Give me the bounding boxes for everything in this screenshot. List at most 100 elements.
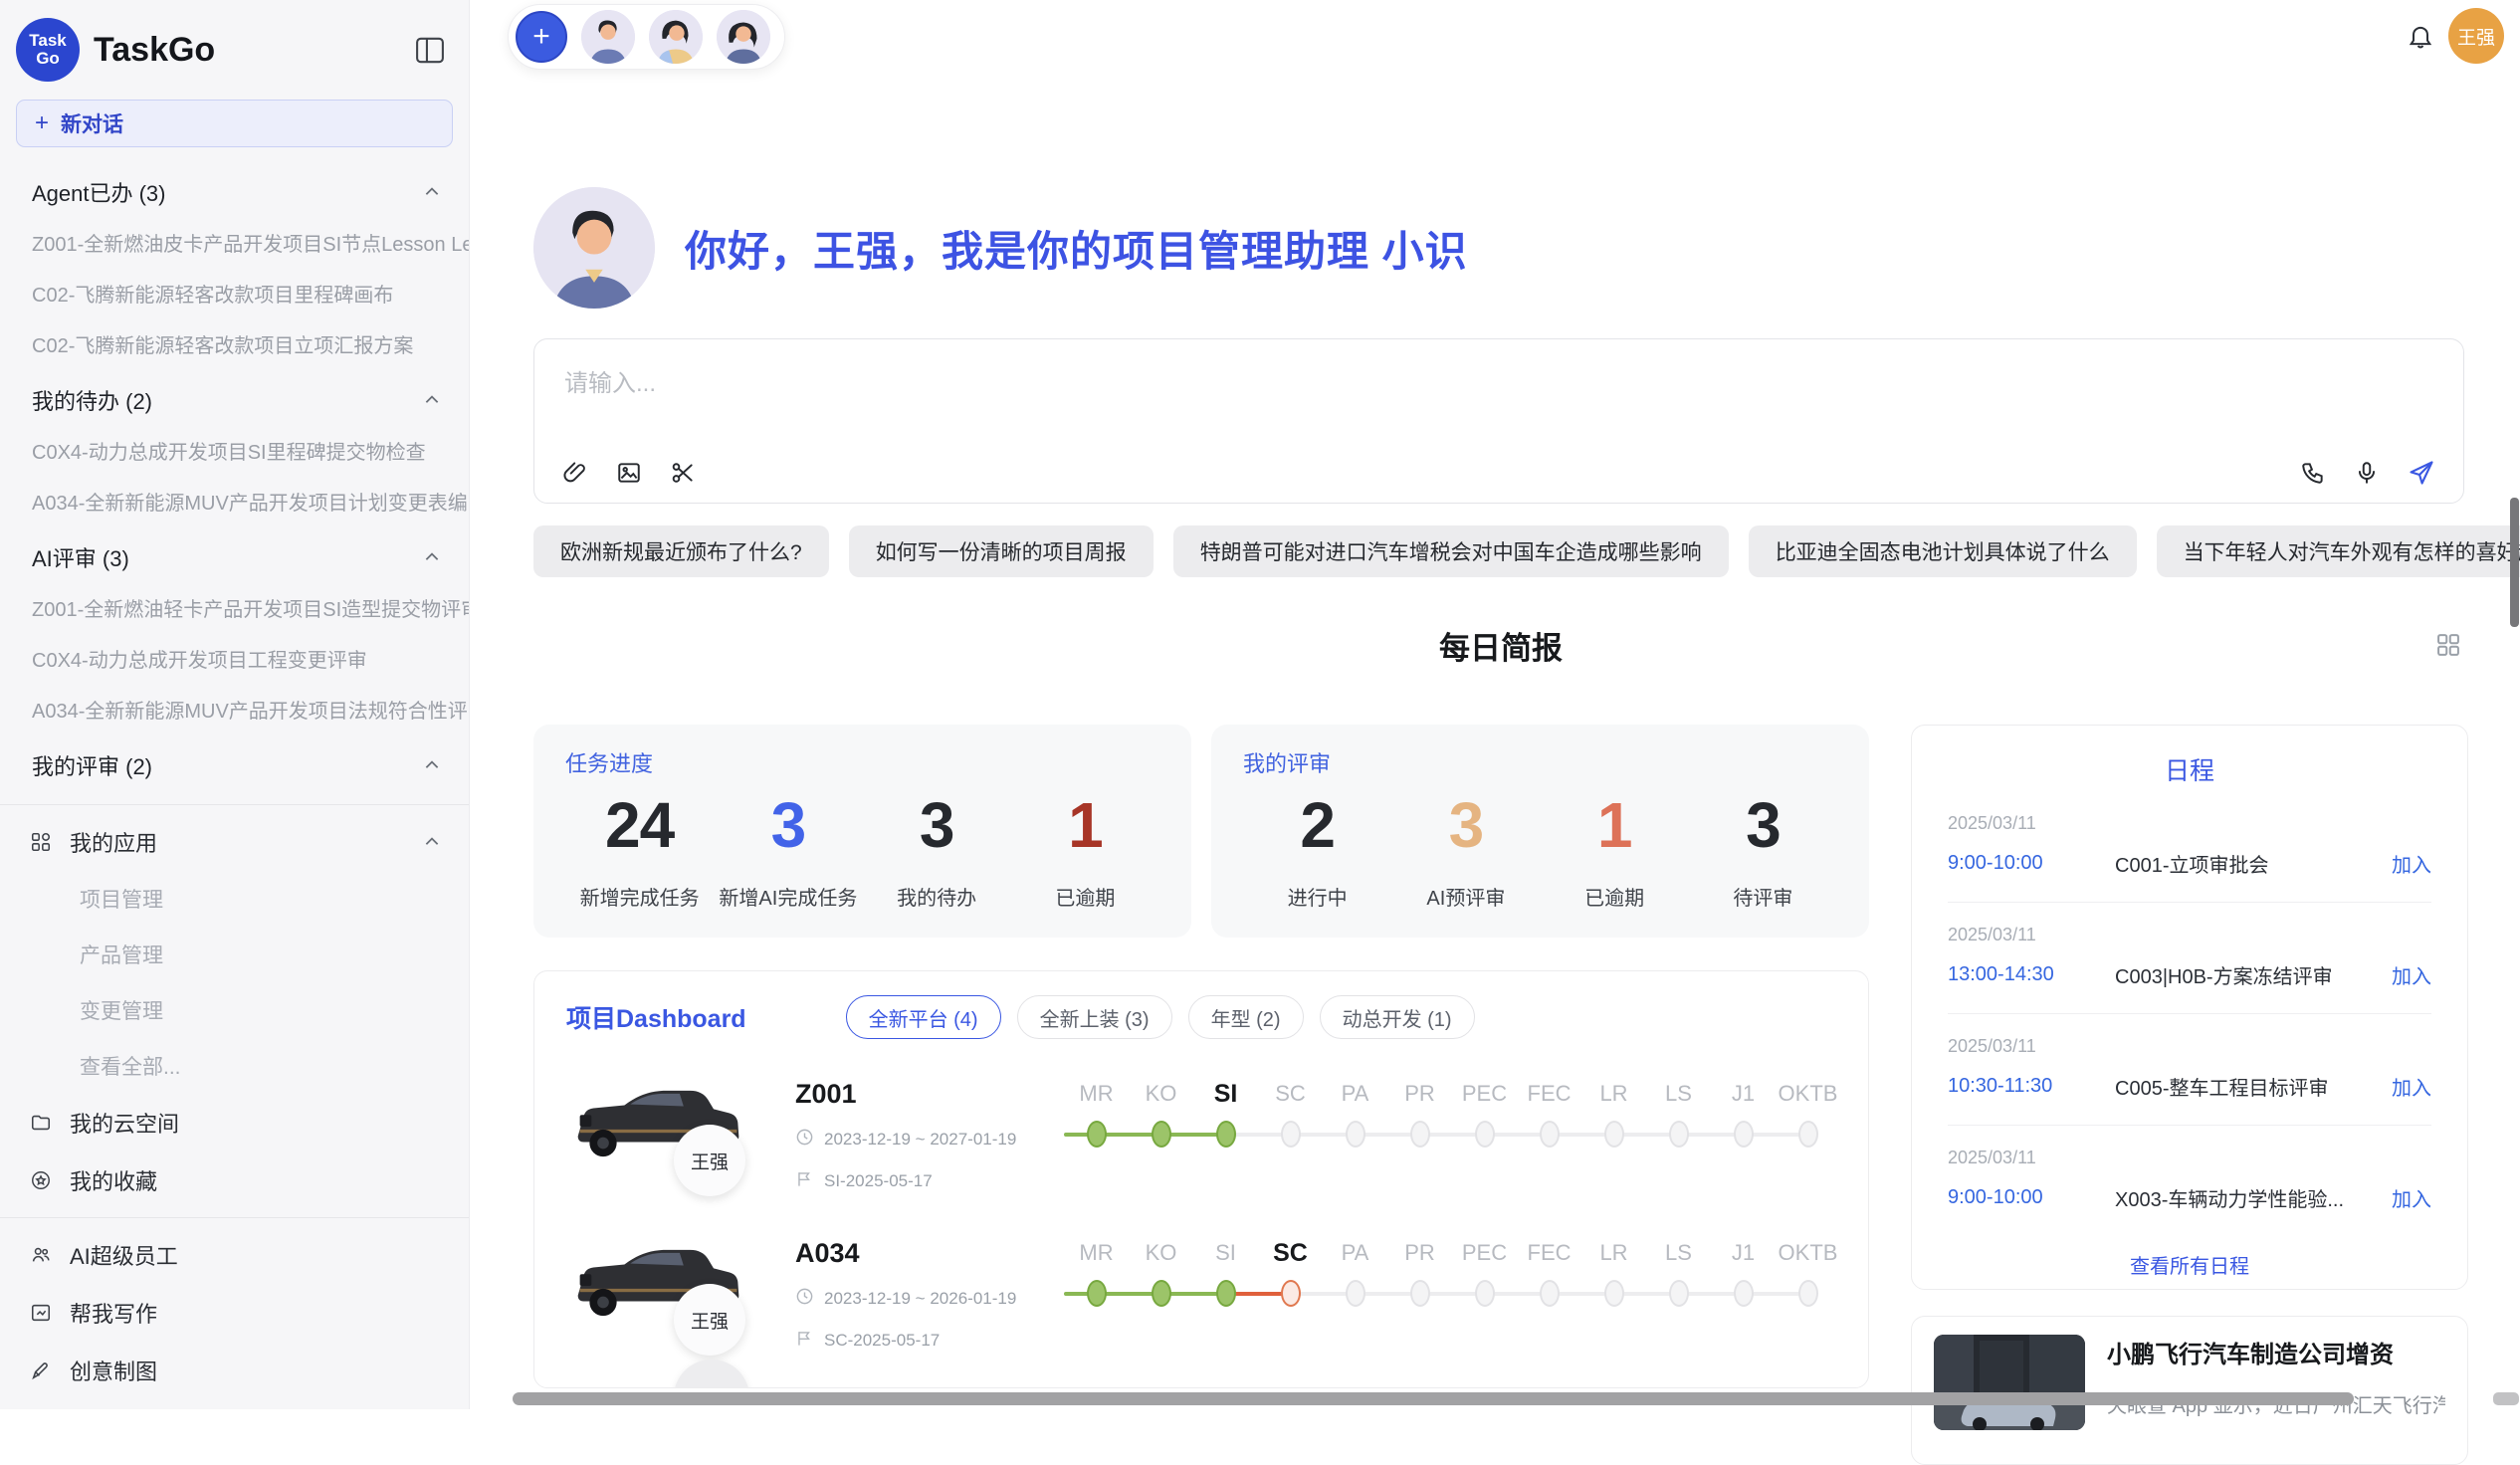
milestone-dot <box>1540 1280 1560 1307</box>
join-button[interactable]: 加入 <box>2392 1183 2431 1212</box>
send-icon[interactable] <box>2408 459 2435 487</box>
sidebar-collapse-icon[interactable] <box>415 37 445 64</box>
suggestion-chip[interactable]: 如何写一份清晰的项目周报 <box>849 525 1154 577</box>
chevron-up-icon <box>423 756 441 774</box>
view-all-schedule-link[interactable]: 查看所有日程 <box>1912 1236 2467 1301</box>
sidebar-item[interactable]: C0X4-动力总成开发项目SI里程碑提交物检查 <box>0 425 469 476</box>
sidebar-item[interactable]: Z001-全新燃油皮卡产品开发项目SI节点Lesson Learn报告 <box>0 217 469 268</box>
dashboard-tab[interactable]: 全新上装 (3) <box>1017 995 1172 1039</box>
stat: 1已逾期 <box>1541 782 1689 911</box>
project-image: 王强 <box>566 1234 795 1358</box>
sidebar-item-my-apps[interactable]: 我的应用 <box>0 813 469 871</box>
right-column: 日程 2025/03/119:00-10:00C001-立项审批会加入2025/… <box>1911 725 2468 1465</box>
divider <box>0 1217 469 1218</box>
layout-grid-icon[interactable] <box>2434 631 2462 659</box>
sidebar-section-header[interactable]: 我的评审 (2) <box>0 734 469 790</box>
notification-bell-icon[interactable] <box>2407 22 2434 55</box>
sidebar-subitem-project-mgmt[interactable]: 项目管理 <box>0 871 469 927</box>
suggestion-chip[interactable]: 当下年轻人对汽车外观有怎样的喜好趋势 <box>2157 525 2520 577</box>
image-icon[interactable] <box>616 460 642 486</box>
main-area: + 王强 你好，王强，我是你的项目管理助理 小识 <box>470 0 2520 1409</box>
project-owner-badge: 王强 <box>674 1125 745 1196</box>
milestone-timeline: MRKOSISCPAPRPECFECLRLSJ1OKTB <box>1064 1234 1840 1312</box>
join-button[interactable]: 加入 <box>2392 849 2431 878</box>
milestone-label: PEC <box>1452 1079 1517 1109</box>
stat-cards: 任务进度24新增完成任务3新增AI完成任务3我的待办1已逾期我的评审2进行中3A… <box>533 725 1869 938</box>
project-row[interactable]: 王强Z0012023-12-19 ~ 2027-01-19SI-2025-05-… <box>566 1075 1836 1198</box>
dashboard-tab[interactable]: 年型 (2) <box>1188 995 1304 1039</box>
mic-icon[interactable] <box>2354 460 2380 486</box>
sidebar-item[interactable]: C0X4-动力总成开发项目工程变更评审 <box>0 633 469 684</box>
agent-avatar-1[interactable] <box>581 10 635 64</box>
sidebar-section-header[interactable]: Agent已办 (3) <box>0 161 469 217</box>
sidebar-header: Task Go TaskGo <box>0 12 469 92</box>
agent-avatar-2[interactable] <box>649 10 703 64</box>
event-date: 2025/03/11 <box>1948 813 2431 834</box>
project-info: A0342023-12-19 ~ 2026-01-19SC-2025-05-17 <box>795 1234 1064 1353</box>
stat-card-title: 我的评审 <box>1243 746 1837 778</box>
sidebar-subitem-product-mgmt[interactable]: 产品管理 <box>0 927 469 982</box>
section-label: AI评审 (3) <box>32 541 423 573</box>
attachment-icon[interactable] <box>562 460 588 486</box>
sidebar-item[interactable]: C02-飞腾新能源轻客改款项目立项汇报方案 <box>0 318 469 369</box>
sidebar-item-favorites[interactable]: 我的收藏 <box>0 1151 469 1209</box>
milestone-dot <box>1734 1121 1754 1148</box>
add-agent-button[interactable]: + <box>516 11 567 63</box>
stat-value: 3 <box>1391 790 1540 860</box>
milestone-label: OKTB <box>1776 1079 1840 1109</box>
event-row: 9:00-10:00C001-立项审批会加入 <box>1948 849 2431 878</box>
stat-label: 新增AI完成任务 <box>714 882 862 911</box>
agent-avatar-3[interactable] <box>717 10 770 64</box>
join-button[interactable]: 加入 <box>2392 1072 2431 1101</box>
project-date-range: 2023-12-19 ~ 2027-01-19 <box>824 1130 1016 1150</box>
stat: 3AI预评审 <box>1391 782 1540 911</box>
milestone-dot <box>1281 1280 1301 1307</box>
sidebar-item[interactable]: A034-全新新能源MUV产品开发项目计划变更表编写 <box>0 476 469 526</box>
logo-line1: Task <box>29 32 67 50</box>
milestone-dot <box>1281 1121 1301 1148</box>
dashboard-header: 项目Dashboard 全新平台 (4)全新上装 (3)年型 (2)动总开发 (… <box>566 995 1836 1039</box>
stat-card: 任务进度24新增完成任务3新增AI完成任务3我的待办1已逾期 <box>533 725 1191 938</box>
sidebar-item[interactable]: C02-飞腾新能源轻客改款项目里程碑画布 <box>0 268 469 318</box>
sidebar-item-creative-drawing[interactable]: 创意制图 <box>0 1342 469 1399</box>
milestone-labels: MRKOSISCPAPRPECFECLRLSJ1OKTB <box>1064 1238 1840 1268</box>
project-flag-milestone: SC-2025-05-17 <box>795 1329 1064 1353</box>
sidebar-item[interactable]: Z001-全新燃油轻卡产品开发项目SI造型提交物评审 <box>0 582 469 633</box>
apps-grid-icon <box>30 831 52 853</box>
stat-items: 24新增完成任务3新增AI完成任务3我的待办1已逾期 <box>565 782 1159 911</box>
schedule-event: 2025/03/1110:30-11:30C005-整车工程目标评审加入 <box>1948 1014 2431 1126</box>
vertical-scrollbar-thumb[interactable] <box>2510 498 2519 627</box>
horizontal-scrollbar-thumb[interactable] <box>513 1392 2354 1405</box>
suggestion-chip[interactable]: 比亚迪全固态电池计划具体说了什么 <box>1749 525 2137 577</box>
dashboard-tab[interactable]: 全新平台 (4) <box>846 995 1001 1039</box>
project-owner-badge: 王强 <box>674 1284 745 1356</box>
flag-icon <box>795 1169 814 1193</box>
sidebar-section-header[interactable]: AI评审 (3) <box>0 526 469 582</box>
suggestion-chip[interactable]: 特朗普可能对进口汽车增税会对中国车企造成哪些影响 <box>1173 525 1729 577</box>
sidebar-item-help-me-write[interactable]: 帮我写作 <box>0 1284 469 1342</box>
sidebar-item[interactable]: A034-全新新能源MUV产品开发项目法规符合性评审 <box>0 684 469 734</box>
sidebar-subitem-view-all-apps[interactable]: 查看全部... <box>0 1038 469 1094</box>
event-time: 9:00-10:00 <box>1948 852 2115 875</box>
left-column: 任务进度24新增完成任务3新增AI完成任务3我的待办1已逾期我的评审2进行中3A… <box>533 725 1869 1388</box>
sidebar-item-cloud-space[interactable]: 我的云空间 <box>0 1094 469 1151</box>
chat-input[interactable] <box>562 361 2435 427</box>
project-dates: 2023-12-19 ~ 2026-01-19 <box>795 1287 1064 1311</box>
new-chat-button[interactable]: + 新对话 <box>16 100 453 147</box>
scissors-icon[interactable] <box>670 460 696 486</box>
sidebar-subitem-change-mgmt[interactable]: 变更管理 <box>0 982 469 1038</box>
horizontal-scrollbar-end[interactable] <box>2493 1392 2519 1405</box>
dashboard-tab[interactable]: 动总开发 (1) <box>1320 995 1475 1039</box>
join-button[interactable]: 加入 <box>2392 960 2431 989</box>
suggestion-chip[interactable]: 欧洲新规最近颁布了什么? <box>533 525 829 577</box>
news-card[interactable]: 小鹏飞行汽车制造公司增资 天眼查 App 显示，近日广州汇天飞行汽... <box>1911 1316 2468 1465</box>
milestone-label: FEC <box>1517 1079 1581 1109</box>
phone-icon[interactable] <box>2300 460 2326 486</box>
sidebar-item-ai-super-staff[interactable]: AI超级员工 <box>0 1226 469 1284</box>
user-avatar[interactable]: 王强 <box>2448 8 2504 64</box>
sidebar-section-header[interactable]: 我的待办 (2) <box>0 369 469 425</box>
milestone-dot <box>1410 1121 1430 1148</box>
favorites-label: 我的收藏 <box>70 1164 157 1196</box>
project-row[interactable]: 王强A0342023-12-19 ~ 2026-01-19SC-2025-05-… <box>566 1234 1836 1358</box>
milestone-dot <box>1410 1280 1430 1307</box>
